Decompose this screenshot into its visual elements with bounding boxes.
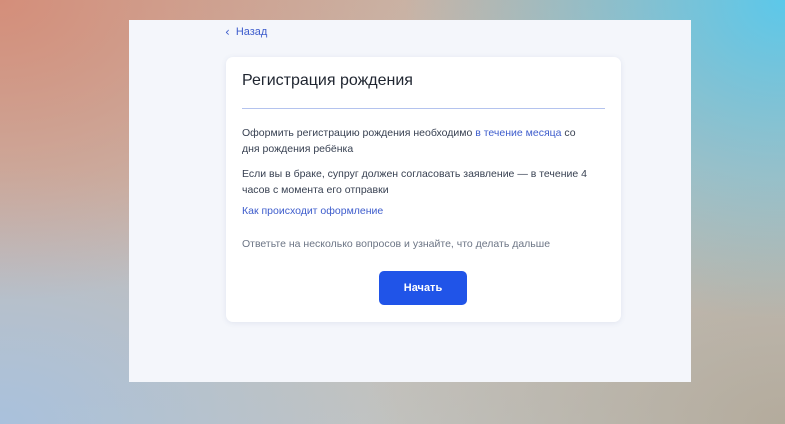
deadline-text-start: Оформить регистрацию рождения необходимо — [242, 127, 476, 139]
questions-hint: Ответьте на несколько вопросов и узнайте… — [242, 238, 551, 250]
back-link[interactable]: ‹ Назад — [225, 26, 267, 38]
main-page: ‹ Назад Регистрация рождения Оформить ре… — [129, 20, 691, 382]
how-it-works-link[interactable]: Как происходит оформление — [242, 205, 383, 217]
chevron-left-icon: ‹ — [225, 25, 230, 39]
spouse-consent-paragraph: Если вы в браке, супруг должен согласова… — [242, 168, 587, 196]
start-button[interactable]: Начать — [379, 271, 467, 305]
registration-card: Регистрация рождения Оформить регистраци… — [226, 57, 621, 322]
deadline-paragraph: Оформить регистрацию рождения необходимо… — [242, 125, 592, 157]
card-title: Регистрация рождения — [242, 72, 413, 89]
deadline-link[interactable]: в течение месяца — [475, 127, 561, 139]
back-link-label: Назад — [235, 26, 268, 38]
title-divider — [242, 108, 605, 109]
